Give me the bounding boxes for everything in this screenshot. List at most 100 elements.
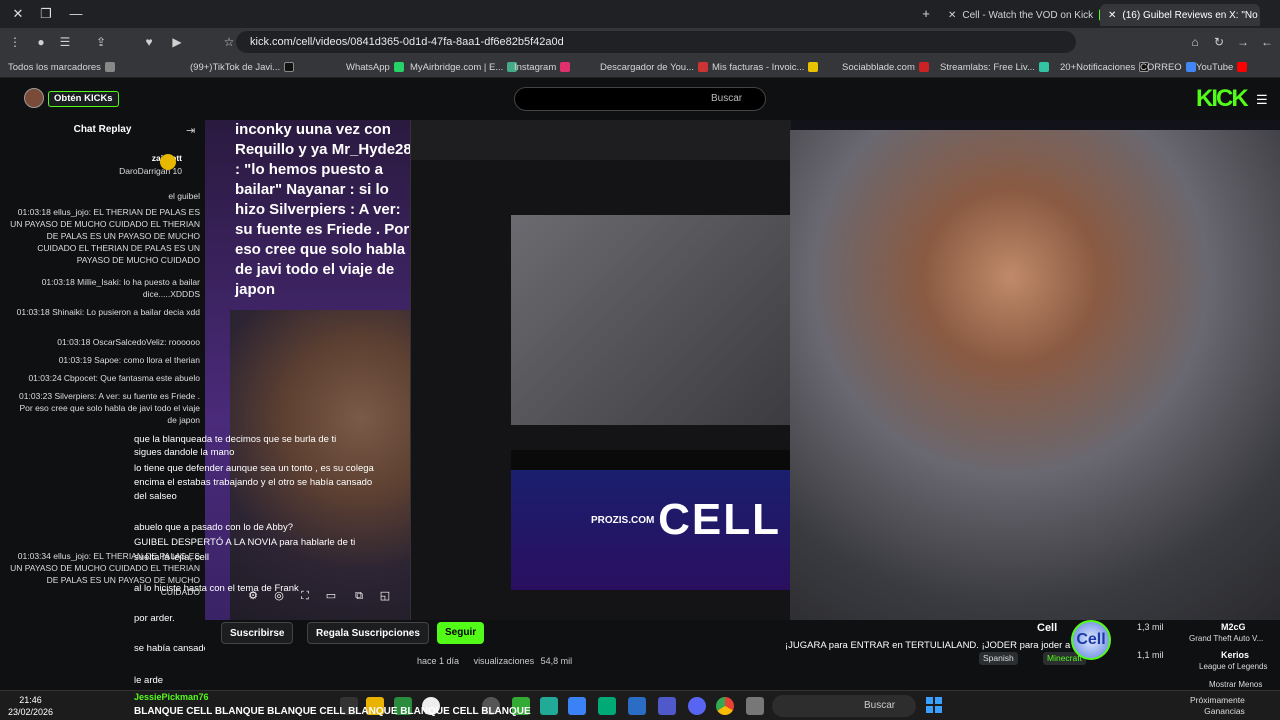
bookmark-invoices[interactable]: Mis facturas - Invoic... — [712, 60, 819, 74]
video-player[interactable]: inconky uuna vez con Requillo y ya Mr_Hy… — [205, 120, 1280, 620]
tiktok-icon — [284, 62, 295, 72]
new-tab-icon[interactable]: + — [912, 4, 940, 24]
rec-count: 1,3 mil — [1137, 622, 1164, 632]
chat-message: 01:03:18 ellus_jojo: EL THERIAN DE PALAS… — [10, 207, 200, 265]
chrome-icon[interactable] — [716, 697, 734, 715]
downloader-icon — [698, 62, 709, 72]
overlay-chat-line: encima el estabas trabajando y el otro s… — [134, 477, 373, 488]
kick-header: Obtén KICKs Buscar KICK ☰ — [0, 78, 1280, 120]
xbox-icon[interactable] — [598, 697, 616, 715]
hamburger-menu-icon[interactable]: ☰ — [1256, 92, 1268, 108]
pinned-gifters: zaicrott DaroDarrigan 10 — [119, 153, 182, 176]
prozis-url: PROZIS.COM — [591, 515, 655, 526]
bookmark-streamlabs[interactable]: Streamlabs: Free Liv... — [940, 60, 1049, 74]
fullscreen-icon[interactable]: ⛶ — [297, 588, 313, 604]
bookmark-socialblade[interactable]: Sociabblade.com — [842, 60, 929, 74]
bookmark-myairbridge[interactable]: MyAirbridge.com | E... — [410, 60, 518, 74]
share-icon[interactable]: ⇪ — [92, 33, 110, 51]
extensions-icon[interactable]: ☰ — [56, 33, 74, 51]
window-minimize-icon[interactable]: — — [62, 4, 90, 24]
overlay-chat-line: le arde — [134, 675, 164, 686]
follow-button[interactable]: Seguir — [437, 622, 485, 644]
overlay-chat-line: que la blanqueada te decimos que se burl… — [134, 434, 337, 445]
profile-icon[interactable]: ● — [32, 33, 50, 51]
collapse-chat-icon[interactable]: ⇥ — [186, 124, 195, 137]
theater-mode-icon[interactable]: ▭ — [323, 588, 339, 604]
user-avatar[interactable] — [24, 88, 44, 108]
tab-label: (16) Guibel Reviews en X: "No — [1122, 9, 1258, 21]
rec-name[interactable]: M2cG — [1221, 622, 1246, 632]
bookmark-all[interactable]: Todos los marcadores — [8, 60, 115, 74]
overlay-chat-line: suelta la lejía, cell — [134, 552, 209, 563]
tab-kick-vod[interactable]: ✕ Cell - Watch the VOD on Kick — [940, 4, 1100, 26]
chat-message: 01:03:24 Cbpocet: Que fantasma este abue… — [28, 373, 200, 383]
views-label: visualizaciones — [473, 656, 535, 666]
chat-message: 01:03:23 Silverpiers: A ver: su fuente e… — [19, 391, 200, 425]
back-icon[interactable]: ← — [1258, 33, 1276, 51]
miniplayer-icon[interactable]: ◱ — [377, 588, 393, 604]
home-icon[interactable]: ⌂ — [1186, 33, 1204, 51]
taskbar-search[interactable]: Buscar — [772, 695, 916, 717]
app-icon[interactable] — [568, 697, 586, 715]
embedded-video — [511, 215, 791, 425]
get-kicks-button[interactable]: Obtén KICKs — [48, 91, 119, 107]
rec-sub: League of Legends — [1199, 662, 1268, 671]
widgets-panel[interactable]: Próximamente Ganancias — [1190, 695, 1245, 717]
language-tag[interactable]: Spanish — [979, 652, 1018, 665]
chat-title: Chat Replay — [73, 124, 132, 135]
url-input[interactable]: kick.com/cell/videos/0841d365-0d1d-47fa-… — [236, 31, 1076, 53]
chat-message: el guibel — [168, 191, 200, 201]
shield-icon[interactable]: ♥ — [140, 33, 158, 51]
show-less-link[interactable]: Mostrar Menos — [1209, 680, 1262, 689]
window-maximize-icon[interactable]: ❐ — [32, 4, 60, 24]
overlay-chat-line: sigues dandole la mano — [134, 447, 235, 458]
channel-name[interactable]: Cell — [1037, 622, 1057, 634]
app-icon[interactable] — [540, 697, 558, 715]
tab-close-icon[interactable]: ✕ — [1108, 10, 1116, 21]
tab-x-guibel[interactable]: ✕ (16) Guibel Reviews en X: "No — [1100, 4, 1260, 26]
subscribe-button[interactable]: Suscribirse — [221, 622, 294, 644]
cell-banner: CELL — [511, 470, 791, 590]
bookmark-notifications[interactable]: 20+Notificaciones — [1060, 60, 1150, 74]
gift-subs-button[interactable]: Regala Suscripciones — [307, 622, 429, 644]
teams-icon[interactable] — [658, 697, 676, 715]
bookmark-yt-downloader[interactable]: Descargador de You... — [600, 60, 709, 74]
stream-info-bar: Suscribirse Regala Suscripciones Seguir … — [205, 620, 1280, 690]
menu-dots-icon[interactable]: ⋮ — [6, 33, 24, 51]
overlay-chat-line: lo tiene que defender aunque sea un tont… — [134, 463, 374, 474]
discord-icon[interactable] — [688, 697, 706, 715]
time-ago: hace 1 día — [417, 656, 460, 666]
embedded-tabs — [511, 450, 791, 470]
reload-icon[interactable]: ↻ — [1210, 33, 1228, 51]
search-input[interactable]: Buscar — [514, 87, 766, 111]
tab-close-icon[interactable]: ✕ — [948, 10, 956, 21]
bookmark-whatsapp[interactable]: WhatsApp — [346, 60, 404, 74]
streamer-right-cam — [790, 130, 1280, 620]
rec-count: 1,1 mil — [1137, 650, 1164, 660]
youtube-ext-icon[interactable]: ▶ — [168, 33, 186, 51]
bookmark-youtube[interactable]: YouTube — [1196, 60, 1248, 74]
embedded-toolbar — [411, 120, 791, 160]
rec-name[interactable]: Kerios — [1221, 650, 1249, 660]
bookmark-tiktok[interactable]: (99+)TikTok de Javi... — [190, 60, 295, 74]
address-bar-row: ⋮ ● ☰ ⇪ ♥ ▶ ☆ kick.com/cell/videos/0841d… — [0, 28, 1280, 56]
window-close-icon[interactable]: ✕ — [4, 4, 32, 24]
bookmark-instagram[interactable]: Instagram — [514, 60, 571, 74]
overlay-chat-line: al lo hiciste hasta con el tema de Frank — [134, 583, 299, 594]
pip-icon[interactable]: ⧉ — [351, 588, 367, 604]
stream-title: ¡JUGARA para ENTRAR en TERTULIALAND. ¡JO… — [785, 640, 1092, 651]
windows-start-icon[interactable] — [926, 697, 942, 713]
kick-logo[interactable]: KICK — [1196, 85, 1250, 113]
stream-chat-overlay: inconky uuna vez con Requillo y ya Mr_Hy… — [235, 121, 412, 298]
bookmark-correo[interactable]: CORREO — [1140, 60, 1196, 74]
chat-panel: Chat Replay ⇥ zaicrott DaroDarrigan 10 e… — [0, 120, 205, 720]
socialblade-icon — [918, 62, 929, 72]
channel-avatar[interactable]: Cell — [1071, 620, 1111, 660]
outlook-icon[interactable] — [628, 697, 646, 715]
youtube-icon — [1237, 62, 1248, 72]
chat-message: 01:03:18 OscarSalcedoVeliz: roooooo — [57, 337, 200, 347]
crown-icon — [160, 154, 176, 170]
folder-icon — [104, 62, 115, 72]
forward-icon[interactable]: → — [1234, 33, 1252, 51]
app-icon[interactable] — [746, 697, 764, 715]
